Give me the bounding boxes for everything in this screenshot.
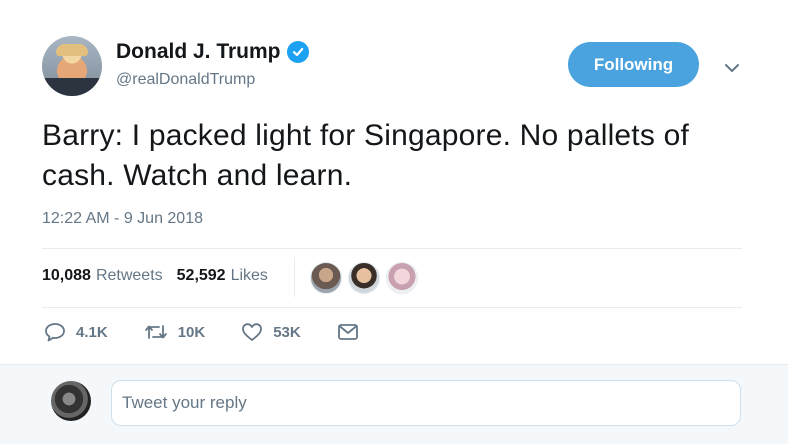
tweet-text: Barry: I packed light for Singapore. No … (42, 119, 690, 192)
chevron-down-icon[interactable] (722, 58, 742, 78)
liker-avatars (310, 262, 418, 294)
tweet-timestamp[interactable]: 12:22 AM - 9 Jun 2018 (42, 210, 203, 228)
divider (42, 307, 742, 308)
stats-separator (294, 257, 295, 297)
liker-avatar[interactable] (310, 262, 342, 294)
retweet-button[interactable]: 10K (144, 322, 206, 342)
current-user-avatar (51, 381, 91, 421)
liker-avatar[interactable] (386, 262, 418, 294)
liker-avatar[interactable] (348, 262, 380, 294)
author-name-row: Donald J. Trump (116, 40, 309, 64)
like-count: 53K (273, 323, 301, 341)
tweet-stats: 10,088 Retweets 52,592 Likes (42, 267, 268, 285)
author-avatar[interactable] (42, 36, 102, 96)
retweet-count: 10K (177, 323, 206, 341)
following-button[interactable]: Following (568, 42, 699, 87)
envelope-icon (337, 323, 359, 341)
author-handle[interactable]: @realDonaldTrump (116, 71, 255, 89)
likes-label[interactable]: Likes (231, 267, 268, 285)
divider (42, 248, 742, 249)
author-display-name[interactable]: Donald J. Trump (116, 40, 281, 64)
direct-message-button[interactable] (337, 323, 359, 341)
reply-button[interactable]: 4.1K (44, 322, 108, 342)
heart-icon (241, 322, 263, 342)
reply-input[interactable] (111, 380, 741, 426)
verified-badge-icon (286, 41, 309, 63)
reply-icon (44, 322, 66, 342)
likes-count[interactable]: 52,592 (177, 267, 226, 285)
tweet-actions: 4.1K 10K 53K (44, 322, 395, 342)
retweet-icon (144, 322, 168, 342)
retweets-count[interactable]: 10,088 (42, 267, 91, 285)
like-button[interactable]: 53K (241, 322, 301, 342)
retweets-label[interactable]: Retweets (96, 267, 163, 285)
reply-count: 4.1K (76, 323, 108, 341)
